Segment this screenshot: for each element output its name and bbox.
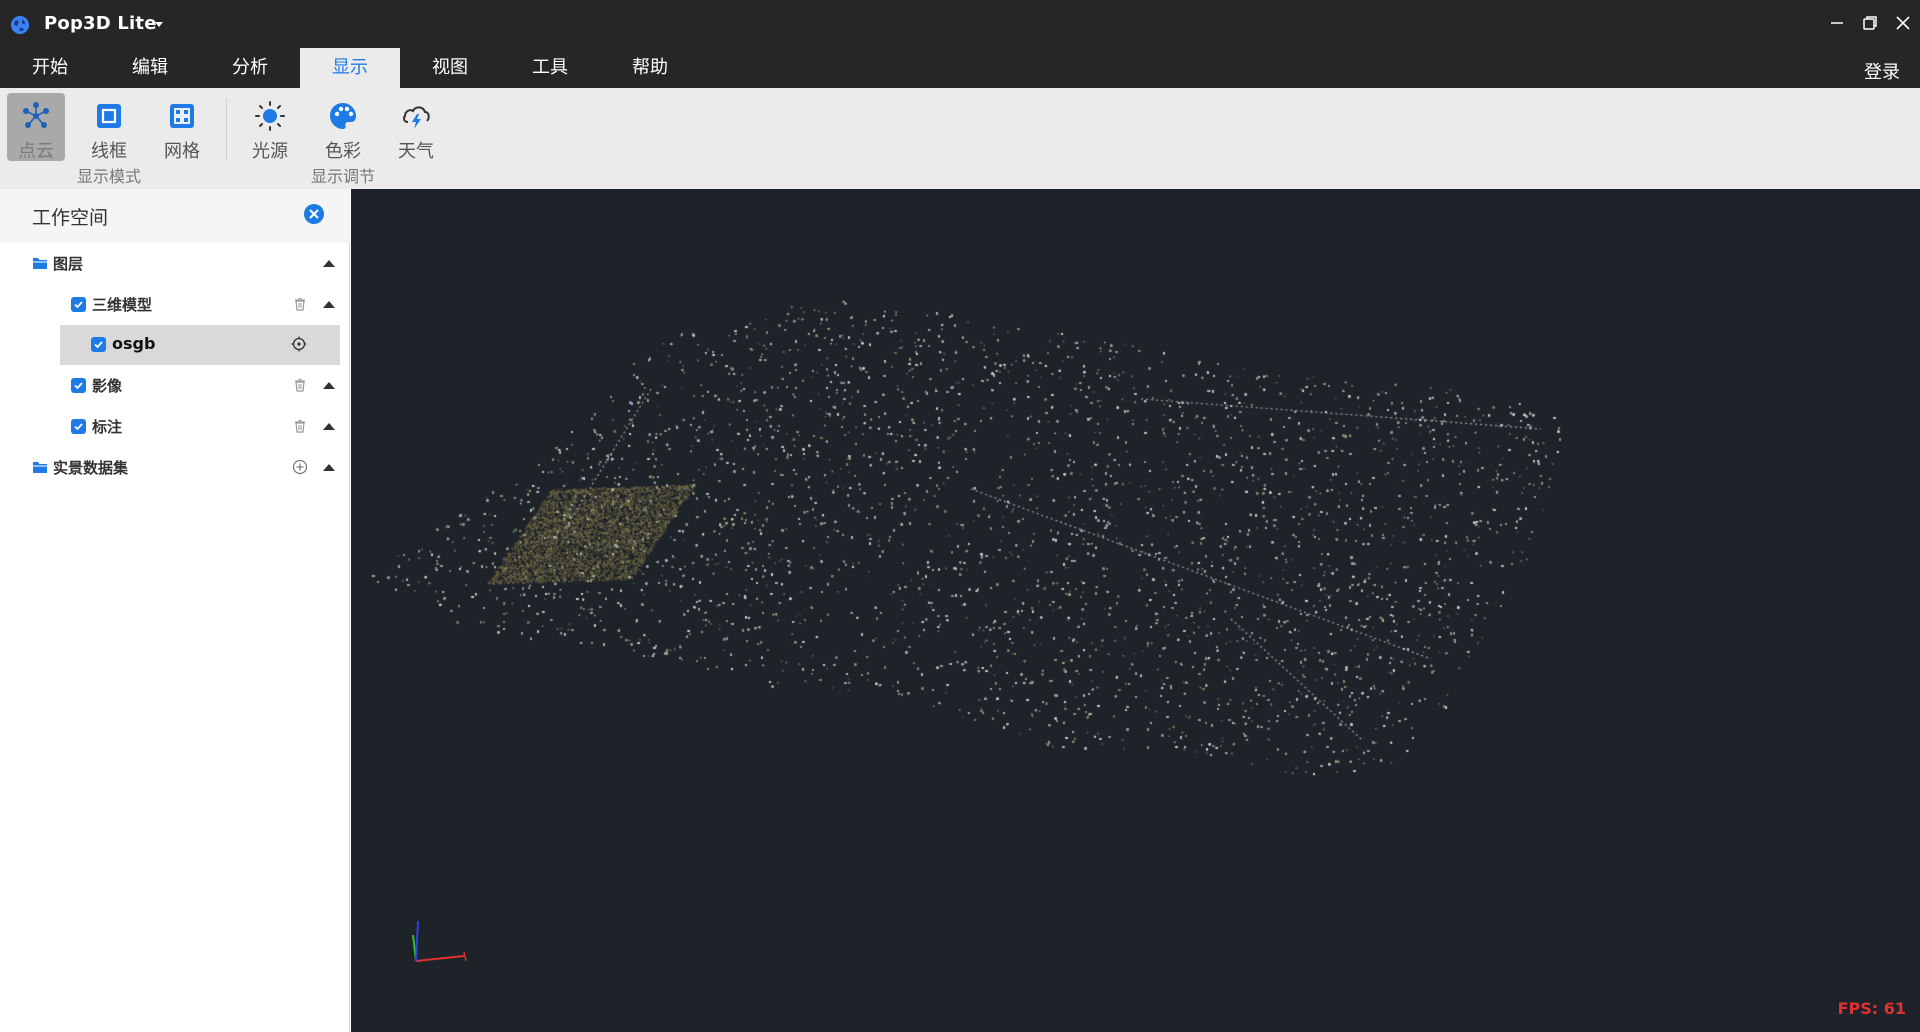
wireframe-label: 线框 [91, 141, 127, 162]
point-cloud-label: 点云 [18, 141, 54, 162]
display-adjust-group-label: 显示调节 [311, 167, 376, 186]
folder-icon [33, 258, 47, 269]
checkbox-annotation[interactable] [71, 419, 86, 434]
collapse-up-icon[interactable] [322, 420, 336, 432]
wireframe-icon [97, 104, 121, 128]
display-mode-group-label: 显示模式 [77, 167, 142, 186]
color-palette-button[interactable]: 色彩 [314, 93, 372, 162]
app-title: Pop3D Lite [44, 13, 157, 34]
light-source-icon [255, 101, 285, 131]
workspace-header: 工作空间 [0, 189, 350, 243]
tab-tools[interactable]: 工具 [500, 48, 600, 88]
tree-item-osgb[interactable]: osgb [60, 325, 340, 365]
weather-label: 天气 [398, 141, 434, 162]
collapse-up-icon[interactable] [322, 298, 336, 310]
wireframe-button[interactable]: 线框 [80, 93, 138, 162]
3d-viewport[interactable]: FPS: 61 [351, 189, 1920, 1032]
tab-edit[interactable]: 编辑 [100, 48, 200, 88]
tab-start[interactable]: 开始 [0, 48, 100, 88]
tree-label-3d-model: 三维模型 [92, 296, 153, 314]
tree-item-annotation[interactable]: 标注 [0, 407, 350, 447]
tab-view[interactable]: 视图 [400, 48, 500, 88]
tree-item-imagery[interactable]: 影像 [0, 366, 350, 406]
chevron-down-icon[interactable] [152, 17, 166, 31]
point-cloud-button[interactable]: 点云 [7, 93, 65, 162]
color-palette-icon [330, 103, 356, 129]
trash-icon[interactable] [292, 377, 308, 393]
workspace-title: 工作空间 [32, 207, 109, 229]
light-source-label: 光源 [252, 141, 288, 162]
title-bar: Pop3D Lite 开始 编辑 分析 显示 视图 工具 帮助 登录 [0, 0, 1920, 88]
tree-label-annotation: 标注 [92, 418, 123, 436]
close-icon[interactable] [1892, 12, 1914, 34]
tree-label-reality-datasets: 实景数据集 [53, 459, 129, 477]
tree-label-layers: 图层 [53, 255, 84, 273]
tab-analysis[interactable]: 分析 [200, 48, 300, 88]
mesh-button[interactable]: 网格 [153, 93, 211, 162]
fps-counter: FPS: 61 [1837, 999, 1906, 1018]
tab-help[interactable]: 帮助 [600, 48, 700, 88]
collapse-up-icon[interactable] [322, 257, 336, 269]
restore-icon[interactable] [1859, 12, 1881, 34]
tree-label-imagery: 影像 [92, 377, 123, 395]
folder-icon [33, 462, 47, 473]
mesh-label: 网格 [164, 141, 200, 162]
tree-folder-layers[interactable]: 图层 [0, 244, 350, 284]
close-panel-icon[interactable] [302, 202, 326, 226]
ribbon-divider [226, 98, 227, 160]
collapse-up-icon[interactable] [322, 379, 336, 391]
tree-item-3d-model[interactable]: 三维模型 [0, 285, 350, 325]
light-source-button[interactable]: 光源 [241, 93, 299, 162]
trash-icon[interactable] [292, 296, 308, 312]
point-cloud-render[interactable] [351, 189, 1920, 1032]
locate-icon[interactable] [291, 336, 307, 352]
checkbox-osgb[interactable] [91, 337, 106, 352]
collapse-up-icon[interactable] [322, 461, 336, 473]
globe-logo-icon [11, 16, 29, 34]
login-link[interactable]: 登录 [1864, 58, 1900, 84]
tab-display[interactable]: 显示 [300, 48, 400, 88]
weather-icon [403, 106, 430, 129]
workspace-panel: 工作空间 图层 三维模型 osgb 影像 标注 实景数据集 [0, 189, 350, 1032]
weather-button[interactable]: 天气 [387, 93, 445, 162]
checkbox-imagery[interactable] [71, 378, 86, 393]
trash-icon[interactable] [292, 418, 308, 434]
minimize-icon[interactable] [1826, 12, 1848, 34]
point-cloud-icon [23, 102, 49, 128]
color-palette-label: 色彩 [325, 141, 361, 162]
ribbon-toolbar: 点云 线框 网格 显示模式 光源 色彩 天气 显示调节 [0, 88, 1920, 189]
tree-folder-reality-datasets[interactable]: 实景数据集 [0, 448, 350, 488]
tree-label-osgb: osgb [112, 334, 156, 353]
axis-gizmo-icon [412, 920, 467, 962]
mesh-icon [170, 104, 194, 128]
menu-tabs: 开始 编辑 分析 显示 视图 工具 帮助 [0, 48, 700, 88]
checkbox-3d-model[interactable] [71, 297, 86, 312]
add-icon[interactable] [292, 459, 308, 475]
